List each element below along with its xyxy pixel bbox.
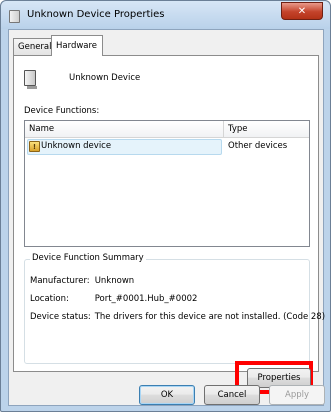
cancel-button[interactable]: Cancel [204,385,260,405]
device-functions-list[interactable]: Name Type ! Unknown device Other devices [24,120,310,247]
close-button[interactable]: ✕ [281,2,323,20]
column-header-type[interactable]: Type [228,124,248,134]
manufacturer-row: Manufacturer: Unknown [30,276,134,286]
manufacturer-label: Manufacturer: [30,276,90,286]
dialog-client: General Hardware Unknown Device Device F… [8,29,325,406]
column-header-name[interactable]: Name [29,124,54,134]
tab-hardware[interactable]: Hardware [51,35,103,56]
list-item-name: Unknown device [41,141,112,151]
tab-general[interactable]: General [13,38,52,55]
hardware-panel: Unknown Device Device Functions: Name Ty… [13,55,325,394]
device-status-label: Device status: [30,312,91,322]
location-label: Location: [30,294,69,304]
device-manager-icon [9,10,20,23]
device-function-summary: Device Function Summary Manufacturer: Un… [24,253,325,364]
apply-button[interactable]: Apply [269,385,325,405]
list-header: Name Type [25,121,309,138]
device-status-row: Device status: The drivers for this devi… [30,312,325,322]
location-value: Port_#0001.Hub_#0002 [94,294,198,304]
summary-legend: Device Function Summary [30,253,146,263]
warning-device-icon: ! [29,141,40,152]
device-functions-label: Device Functions: [24,106,100,116]
column-separator[interactable] [223,121,224,138]
manufacturer-value: Unknown [94,276,135,286]
list-item[interactable]: ! Unknown device Other devices [25,139,309,155]
window-title: Unknown Device Properties [27,9,165,20]
list-item-type: Other devices [228,141,288,151]
title-bar[interactable]: Unknown Device Properties ✕ [1,1,330,29]
ok-button[interactable]: OK [139,385,195,405]
device-status-value: The drivers for this device are not inst… [94,312,326,322]
device-name: Unknown Device [69,73,141,83]
properties-window: Unknown Device Properties ✕ General Hard… [0,0,331,412]
device-icon [24,70,37,89]
location-row: Location: Port_#0001.Hub_#0002 [30,294,197,304]
